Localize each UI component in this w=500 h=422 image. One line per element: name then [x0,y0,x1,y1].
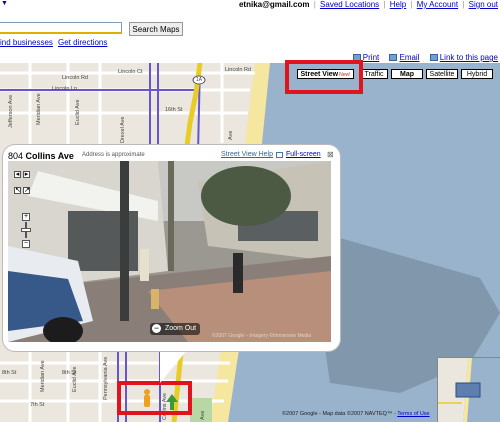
zoom-out-label: Zoom Out [165,325,197,332]
lamp-post [120,161,129,321]
envelope-icon [389,54,398,61]
minimap-viewport [455,382,481,398]
zoom-out-button[interactable]: − Zoom Out [150,323,201,335]
copyright-text: ©2007 Google - Map data ©2007 NAVTEQ™ - [282,411,396,417]
popup-address: 804 Collins Ave [8,151,74,161]
dropdown-arrow-icon[interactable]: ▼ [1,0,8,7]
search-input[interactable] [0,22,122,34]
zoom-slider-handle[interactable] [21,228,31,232]
street-label: Meridian Ave [36,93,42,125]
street-label: 8th St [2,370,17,376]
fire-hydrant [151,289,159,309]
help-link[interactable]: Help [390,0,406,9]
highlight-marker-box [117,381,192,415]
street-label: Ave [228,130,234,140]
map-copyright: ©2007 Google - Map data ©2007 NAVTEQ™ - … [282,411,430,417]
street-label: Ave [200,410,206,420]
palm-tree [201,166,291,226]
saved-locations-link[interactable]: Saved Locations [320,0,379,9]
look-right-arrow-icon[interactable]: ↗ [23,187,30,194]
terms-of-use-link[interactable]: Terms of Use [397,411,429,417]
email-tool[interactable]: Email [389,53,420,62]
pan-up-left-arrow-icon[interactable]: ◂ [14,171,21,178]
look-left-arrow-icon[interactable]: ↖ [14,187,21,194]
street-label: Drexel Ave [120,116,126,144]
search-maps-button[interactable]: Search Maps [129,22,183,36]
hybrid-button[interactable]: Hybrid [461,69,493,79]
minimap-graphics [438,358,500,422]
zoom-out-minus-icon[interactable]: − [22,240,30,248]
find-businesses-link[interactable]: ind businesses [0,38,53,47]
zoom-in-plus-icon[interactable]: + [22,213,30,221]
my-account-link[interactable]: My Account [417,0,458,9]
map-tools: Print Email Link to this page [345,53,498,62]
overview-minimap[interactable] [437,357,500,422]
zoom-out-icon: − [152,323,161,333]
traffic-button[interactable]: Traffic [360,69,388,79]
top-bar: ▼ etnika@gmail.com | Saved Locations | H… [0,0,500,10]
get-directions-link[interactable]: Get directions [58,38,107,47]
street-label: Lincoln Ln [52,86,78,92]
route-label: 1A [196,77,203,83]
tree-trunk [168,161,174,271]
street-label: Euclid Ave [75,99,81,125]
print-link[interactable]: Print [363,53,379,62]
street-label: Euclid Ave [72,366,78,392]
street-view-panorama[interactable] [8,161,331,342]
account-bar: etnika@gmail.com | Saved Locations | Hel… [238,0,498,9]
popup-tail [160,349,188,383]
pedestrian-2 [140,249,149,281]
highlight-street-view-box [285,60,363,94]
chain-link-icon [429,54,438,61]
street-label: 7th St [30,402,45,408]
address-street: Collins Ave [25,151,74,161]
street-label: 16th St [165,107,183,113]
street-label: Lincoln Ct [118,69,143,75]
address-approximate-note: Address is approximate [82,152,145,158]
street-label: Meridian Ave [40,360,46,392]
street-view-help-link[interactable]: Street View Help [221,151,273,158]
close-icon[interactable]: ⊠ [327,150,334,159]
link-tool[interactable]: Link to this page [429,53,498,62]
panorama-graphics [8,161,331,342]
link-to-page-link[interactable]: Link to this page [440,53,498,62]
street-label: Lincoln Rd [62,75,88,81]
sign-out-link[interactable]: Sign out [469,0,498,9]
address-number: 804 [8,151,24,161]
fullscreen-link[interactable]: Full-screen [286,151,321,158]
street-label: Lincoln Rd [225,67,251,73]
street-label: Jefferson Ave [8,94,14,128]
user-email: etnika@gmail.com [238,0,310,9]
pedestrian [233,253,243,293]
satellite-button[interactable]: Satellite [426,69,458,79]
email-link[interactable]: Email [399,53,419,62]
map-button[interactable]: Map [391,69,423,79]
fullscreen-icon[interactable] [276,152,283,158]
imagery-credit: ©2007 Google – Imagery ©Immersive Media [212,333,312,339]
street-label: Pennsylvania Ave [103,356,109,400]
pan-up-right-arrow-icon[interactable]: ▸ [23,171,30,178]
